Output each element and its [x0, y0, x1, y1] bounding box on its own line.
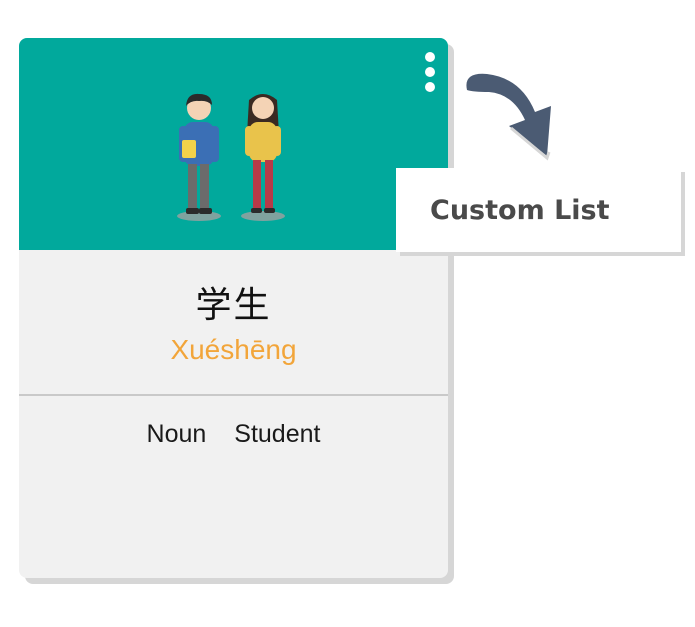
pinyin-text: Xuéshēng: [170, 334, 297, 365]
students-illustration: [177, 93, 285, 221]
part-of-speech: Noun: [146, 420, 207, 448]
meaning-text: Student: [234, 420, 321, 448]
menu-dot: [425, 82, 435, 92]
card-header: [19, 38, 448, 250]
vocab-card[interactable]: 学生 Xuéshēng Noun Student: [19, 38, 448, 578]
definition-row: Noun Student: [19, 420, 448, 449]
more-vertical-icon[interactable]: [424, 52, 436, 92]
boy-figure: [179, 93, 219, 214]
hanzi-word: 学生: [195, 285, 272, 326]
custom-list-label: Custom List: [430, 194, 610, 226]
curved-arrow-icon: [466, 73, 551, 161]
menu-dot: [425, 52, 435, 62]
menu-dot: [425, 67, 435, 77]
word-section: 学生 Xuéshēng: [19, 250, 448, 396]
custom-list-option[interactable]: Custom List: [396, 168, 681, 252]
girl-figure: [245, 94, 281, 213]
